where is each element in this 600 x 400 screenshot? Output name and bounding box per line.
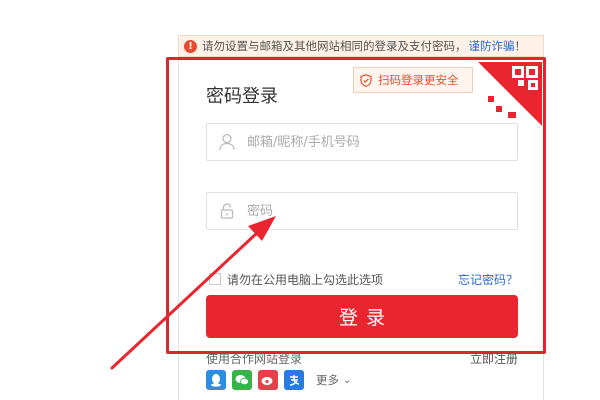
- lock-icon: [207, 203, 247, 219]
- remember-row: 请勿在公用电脑上勾选此选项 忘记密码？: [209, 270, 518, 288]
- more-login-options[interactable]: 更多 ⌄: [316, 372, 351, 388]
- security-warning-bar: ! 请勿设置与邮箱及其他网站相同的登录及支付密码， 谨防诈骗 ！: [178, 35, 544, 57]
- social-login-row: 更多 ⌄: [206, 368, 351, 392]
- qq-icon[interactable]: [206, 370, 226, 390]
- remember-checkbox[interactable]: [209, 273, 221, 285]
- password-field[interactable]: [206, 192, 518, 230]
- alert-circle-icon: !: [184, 39, 197, 53]
- login-button[interactable]: 登录: [206, 295, 518, 338]
- password-input[interactable]: [247, 203, 497, 219]
- qr-tip-label: 扫码登录更安全: [378, 73, 459, 87]
- alipay-icon[interactable]: [284, 370, 304, 390]
- partner-login-row: 使用合作网站登录 立即注册: [206, 350, 518, 366]
- anti-fraud-link[interactable]: 谨防诈骗: [469, 38, 515, 54]
- warning-text: 请勿设置与邮箱及其他网站相同的登录及支付密码，: [202, 39, 467, 53]
- qr-code-icon[interactable]: [478, 62, 542, 126]
- weibo-icon[interactable]: [258, 370, 278, 390]
- qr-login-tip[interactable]: 扫码登录更安全: [353, 67, 473, 93]
- partner-login-label: 使用合作网站登录: [206, 352, 303, 366]
- register-link[interactable]: 立即注册: [470, 350, 518, 366]
- page-title: 密码登录: [206, 86, 278, 107]
- chevron-down-icon: ⌄: [343, 374, 352, 386]
- user-icon: [207, 133, 247, 151]
- remember-label[interactable]: 请勿在公用电脑上勾选此选项: [227, 271, 383, 288]
- warning-end: ！: [514, 39, 527, 53]
- username-field[interactable]: [206, 123, 518, 161]
- forgot-password-link[interactable]: 忘记密码？: [458, 271, 518, 288]
- more-label: 更多: [316, 373, 339, 387]
- shield-icon: [360, 73, 372, 87]
- wechat-icon[interactable]: [232, 370, 252, 390]
- username-input[interactable]: [247, 134, 497, 150]
